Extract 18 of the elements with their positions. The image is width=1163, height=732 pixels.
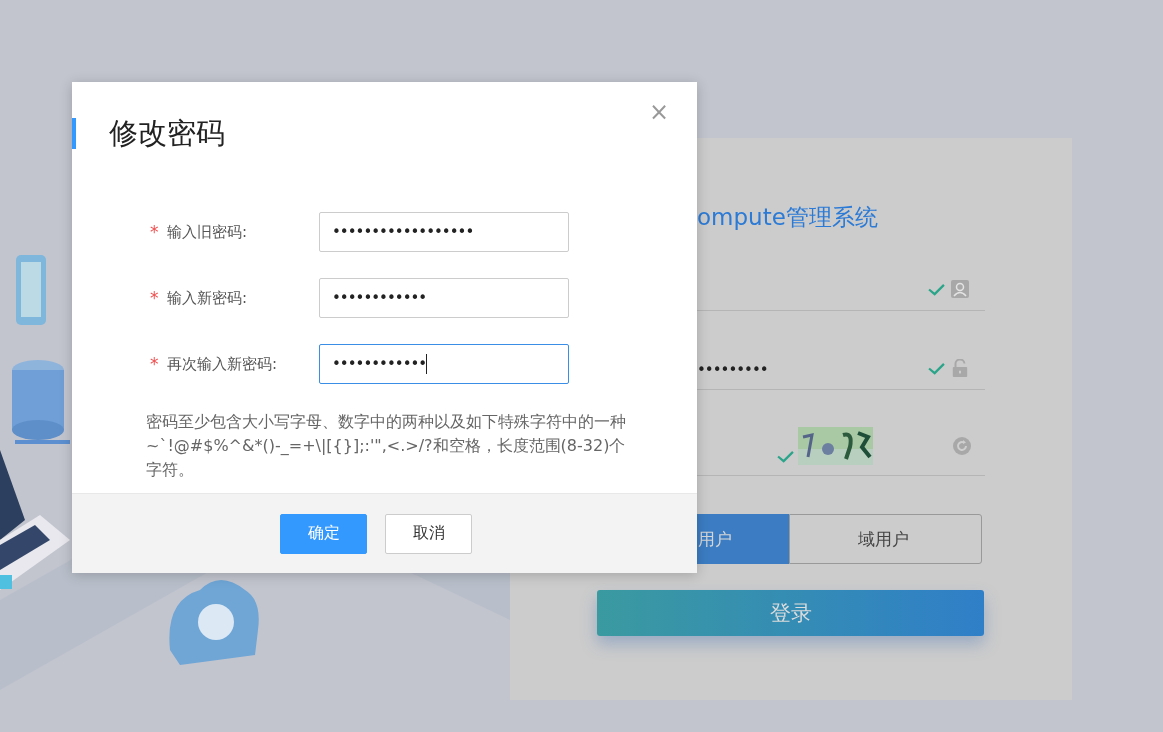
user-type-tab[interactable]: 域用户: [789, 514, 982, 564]
password-field[interactable]: ••••••••••••••••••: [319, 212, 569, 252]
required-mark: *: [150, 354, 160, 374]
refresh-icon[interactable]: [953, 437, 971, 455]
system-title: ompute管理系统: [696, 203, 879, 232]
password-field[interactable]: ••••••••••••: [319, 278, 569, 318]
field-label: 输入新密码:: [167, 288, 249, 308]
cancel-button[interactable]: 取消: [385, 513, 472, 554]
required-mark: *: [150, 222, 160, 242]
password-rule-text: 密码至少包含大小写字母、数字中的两种以及如下特殊字符中的一种 ~`!@#$%^&*()-_=+\|[{}];:'",<.>/?和空格，长度范围(8-32)个字符。: [146, 411, 626, 481]
field-label: 再次输入新密码:: [167, 354, 279, 374]
dialog-title: 修改密码: [109, 115, 225, 152]
lock-icon: [951, 359, 969, 377]
field-label: 输入旧密码:: [167, 222, 249, 242]
user-icon: [951, 280, 969, 298]
password-field[interactable]: ••••••••••••: [319, 344, 569, 384]
required-mark: *: [150, 288, 160, 308]
password-value: •••••••••: [697, 361, 768, 379]
